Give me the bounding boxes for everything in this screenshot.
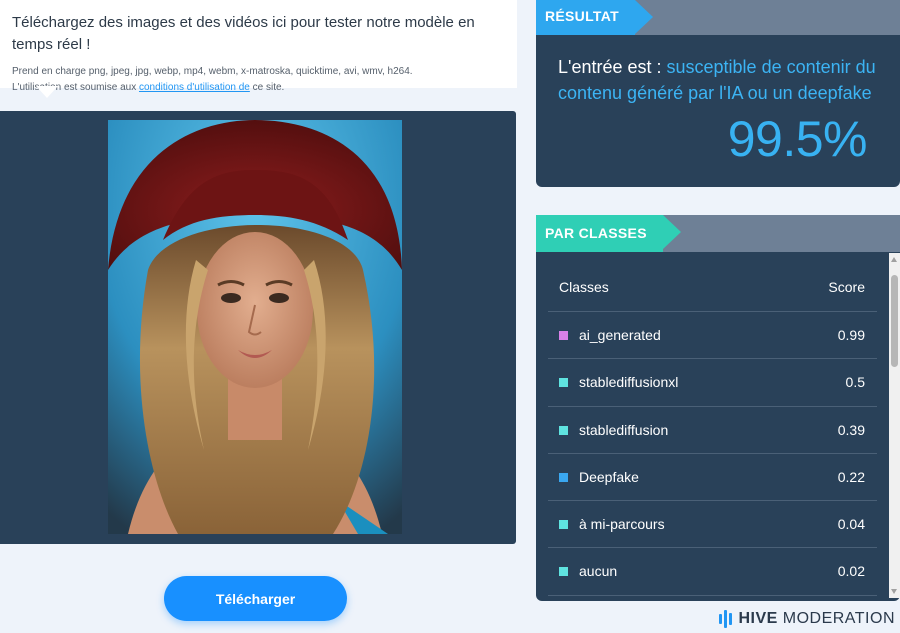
class-row: à mi-parcours 0.04 xyxy=(548,501,877,549)
result-header: RÉSULTAT xyxy=(536,0,900,35)
class-score: 0.04 xyxy=(837,516,865,533)
class-score: 0.5 xyxy=(845,374,865,391)
class-label: aucun xyxy=(579,563,618,580)
class-label: stablediffusion xyxy=(579,421,669,438)
class-color-swatch xyxy=(559,331,568,340)
upload-info-subtext: Prend en charge png, jpeg, jpg, webp, mp… xyxy=(12,64,505,96)
hive-logo-icon xyxy=(719,610,733,628)
class-color-swatch xyxy=(559,378,568,388)
upload-button[interactable]: Télécharger xyxy=(164,576,347,621)
classes-tag: PAR CLASSES xyxy=(536,215,681,252)
result-panel: RÉSULTAT L'entrée est : susceptible de c… xyxy=(536,0,900,187)
scroll-thumb[interactable] xyxy=(891,275,898,367)
class-row: aucun 0.02 xyxy=(548,548,877,596)
class-label: stablediffusionxl xyxy=(579,374,679,391)
classes-table-body: ai_generated 0.99 stablediffusionxl 0.5 stab… xyxy=(548,312,877,596)
terms-suffix: ce site. xyxy=(249,82,285,93)
classes-header: PAR CLASSES xyxy=(536,215,900,252)
media-preview-area[interactable] xyxy=(0,111,516,544)
class-color-swatch xyxy=(559,520,568,530)
class-row: stablediffusionxl 0.5 xyxy=(548,359,877,407)
upload-info-title: Téléchargez des images et des vidéos ici… xyxy=(12,14,475,53)
class-score: 0.39 xyxy=(837,421,865,438)
scroll-up-arrow-icon[interactable] xyxy=(891,257,897,262)
class-score: 0.22 xyxy=(837,468,865,485)
result-percentage: 99.5% xyxy=(727,111,868,167)
hive-moderation-logo: HIVE MODERATION xyxy=(719,608,895,630)
logo-text: HIVE MODERATION xyxy=(738,610,895,628)
class-row: Deepfake 0.22 xyxy=(548,454,877,502)
terms-prefix: L'utilisation est soumise aux xyxy=(12,82,139,93)
class-label: à mi-parcours xyxy=(579,516,665,533)
terms-line: L'utilisation est soumise aux conditions… xyxy=(12,80,505,96)
class-score: 0.99 xyxy=(837,327,865,343)
column-header-classes: Classes xyxy=(559,279,609,295)
scroll-down-arrow-icon[interactable] xyxy=(891,589,897,594)
terms-link[interactable]: conditions d'utilisation de xyxy=(139,82,250,93)
supported-formats-text: Prend en charge png, jpeg, jpg, webp, mp… xyxy=(12,66,413,77)
class-row: stablediffusion 0.39 xyxy=(548,407,877,454)
class-score: 0.02 xyxy=(837,563,865,580)
result-tag: RÉSULTAT xyxy=(536,0,653,35)
class-row: ai_generated 0.99 xyxy=(548,312,877,360)
classes-table-header: Classes Score xyxy=(548,268,877,312)
class-color-swatch xyxy=(559,472,568,482)
upload-info-card: Téléchargez des images et des vidéos ici… xyxy=(0,0,517,93)
logo-product: MODERATION xyxy=(782,610,895,627)
column-header-score: Score xyxy=(828,279,865,295)
logo-brand: HIVE xyxy=(738,610,778,627)
class-color-swatch xyxy=(559,425,568,435)
info-card-pointer xyxy=(36,86,58,98)
classes-scrollbar[interactable] xyxy=(889,253,900,598)
classes-panel: PAR CLASSES Classes Score ai_generated 0.… xyxy=(536,215,900,601)
class-color-swatch xyxy=(559,567,568,577)
result-prefix: L'entrée est : xyxy=(558,57,667,77)
class-label: ai_generated xyxy=(579,327,661,343)
uploaded-image xyxy=(108,120,402,534)
class-label: Deepfake xyxy=(579,468,639,485)
result-verdict: L'entrée est : susceptible de contenir d… xyxy=(558,54,888,106)
